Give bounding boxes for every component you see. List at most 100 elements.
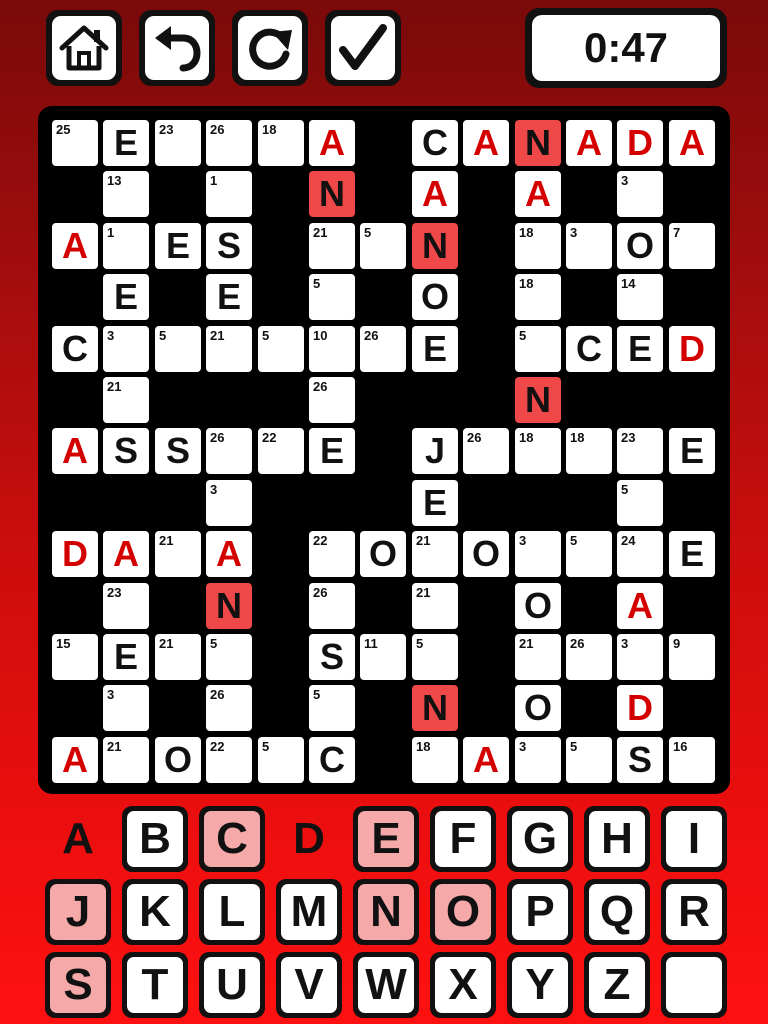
key-r[interactable]: R (661, 879, 727, 945)
grid-cell[interactable]: 26 (360, 326, 406, 372)
key-v[interactable]: V (276, 952, 342, 1018)
grid-cell[interactable]: 21 (103, 737, 149, 783)
grid-cell[interactable]: 18 (412, 737, 458, 783)
key-x[interactable]: X (430, 952, 496, 1018)
grid-cell[interactable]: A (412, 171, 458, 217)
grid-cell[interactable]: A (206, 531, 252, 577)
grid-cell[interactable]: 5 (617, 480, 663, 526)
key-y[interactable]: Y (507, 952, 573, 1018)
grid-cell[interactable]: S (309, 634, 355, 680)
key-k[interactable]: K (122, 879, 188, 945)
grid-cell[interactable]: O (155, 737, 201, 783)
grid-cell[interactable]: E (103, 274, 149, 320)
grid-cell[interactable]: O (412, 274, 458, 320)
key-n[interactable]: N (353, 879, 419, 945)
grid-cell[interactable]: 21 (412, 583, 458, 629)
grid-cell[interactable]: 21 (155, 634, 201, 680)
grid-cell[interactable]: 7 (669, 223, 715, 269)
grid-cell[interactable]: E (103, 120, 149, 166)
grid-cell[interactable]: 5 (155, 326, 201, 372)
key-g[interactable]: G (507, 806, 573, 872)
key-u[interactable]: U (199, 952, 265, 1018)
grid-cell[interactable]: 14 (617, 274, 663, 320)
grid-cell[interactable]: A (463, 120, 509, 166)
key-i[interactable]: I (661, 806, 727, 872)
grid-cell[interactable]: A (669, 120, 715, 166)
key-f[interactable]: F (430, 806, 496, 872)
grid-cell[interactable]: 23 (155, 120, 201, 166)
grid-cell[interactable]: C (309, 737, 355, 783)
grid-cell[interactable]: 3 (617, 171, 663, 217)
grid-cell[interactable]: A (103, 531, 149, 577)
key-z[interactable]: Z (584, 952, 650, 1018)
grid-cell[interactable]: A (566, 120, 612, 166)
grid-cell[interactable]: 3 (103, 326, 149, 372)
grid-cell[interactable]: N (412, 685, 458, 731)
grid-cell[interactable]: O (515, 583, 561, 629)
restart-button[interactable] (232, 10, 308, 86)
grid-cell[interactable]: N (515, 377, 561, 423)
grid-cell[interactable]: 5 (412, 634, 458, 680)
key-p[interactable]: P (507, 879, 573, 945)
grid-cell[interactable]: A (515, 171, 561, 217)
grid-cell[interactable]: S (155, 428, 201, 474)
key-b[interactable]: B (122, 806, 188, 872)
grid-cell[interactable]: 23 (103, 583, 149, 629)
grid-cell[interactable]: A (52, 737, 98, 783)
grid-cell[interactable]: 5 (360, 223, 406, 269)
grid-cell[interactable]: 11 (360, 634, 406, 680)
grid-cell[interactable]: D (617, 685, 663, 731)
grid-cell[interactable]: 21 (155, 531, 201, 577)
grid-cell[interactable]: 26 (309, 583, 355, 629)
home-button[interactable] (46, 10, 122, 86)
grid-cell[interactable]: A (463, 737, 509, 783)
grid-cell[interactable]: 3 (515, 737, 561, 783)
grid-cell[interactable]: E (155, 223, 201, 269)
grid-cell[interactable]: 22 (206, 737, 252, 783)
key-d[interactable]: D (276, 806, 342, 872)
grid-cell[interactable]: 5 (309, 685, 355, 731)
grid-cell[interactable]: 1 (206, 171, 252, 217)
grid-cell[interactable]: 1 (103, 223, 149, 269)
grid-cell[interactable]: 18 (258, 120, 304, 166)
grid-cell[interactable]: S (103, 428, 149, 474)
grid-cell[interactable]: D (669, 326, 715, 372)
grid-cell[interactable]: E (412, 480, 458, 526)
grid-cell[interactable]: A (309, 120, 355, 166)
grid-cell[interactable]: 10 (309, 326, 355, 372)
grid-cell[interactable]: D (617, 120, 663, 166)
grid-cell[interactable]: 3 (515, 531, 561, 577)
grid-cell[interactable]: E (206, 274, 252, 320)
grid-cell[interactable]: 21 (412, 531, 458, 577)
grid-cell[interactable]: 18 (515, 223, 561, 269)
grid-cell[interactable]: 25 (52, 120, 98, 166)
key-q[interactable]: Q (584, 879, 650, 945)
grid-cell[interactable]: N (515, 120, 561, 166)
grid-cell[interactable]: 26 (463, 428, 509, 474)
grid-cell[interactable]: 26 (566, 634, 612, 680)
key-t[interactable]: T (122, 952, 188, 1018)
grid-cell[interactable]: A (52, 428, 98, 474)
grid-cell[interactable]: E (669, 428, 715, 474)
grid-cell[interactable]: 18 (566, 428, 612, 474)
grid-cell[interactable]: 5 (566, 531, 612, 577)
key-c[interactable]: C (199, 806, 265, 872)
grid-cell[interactable]: 15 (52, 634, 98, 680)
key-w[interactable]: W (353, 952, 419, 1018)
grid-cell[interactable]: 5 (309, 274, 355, 320)
undo-button[interactable] (139, 10, 215, 86)
grid-cell[interactable]: S (617, 737, 663, 783)
grid-cell[interactable]: E (103, 634, 149, 680)
check-button[interactable] (325, 10, 401, 86)
key-e[interactable]: E (353, 806, 419, 872)
grid-cell[interactable]: 3 (103, 685, 149, 731)
key-m[interactable]: M (276, 879, 342, 945)
grid-cell[interactable]: S (206, 223, 252, 269)
grid-cell[interactable]: C (412, 120, 458, 166)
grid-cell[interactable]: 23 (617, 428, 663, 474)
grid-cell[interactable]: 9 (669, 634, 715, 680)
key-a[interactable]: A (45, 806, 111, 872)
grid-cell[interactable]: N (309, 171, 355, 217)
grid-cell[interactable]: 21 (515, 634, 561, 680)
grid-cell[interactable]: 26 (206, 428, 252, 474)
